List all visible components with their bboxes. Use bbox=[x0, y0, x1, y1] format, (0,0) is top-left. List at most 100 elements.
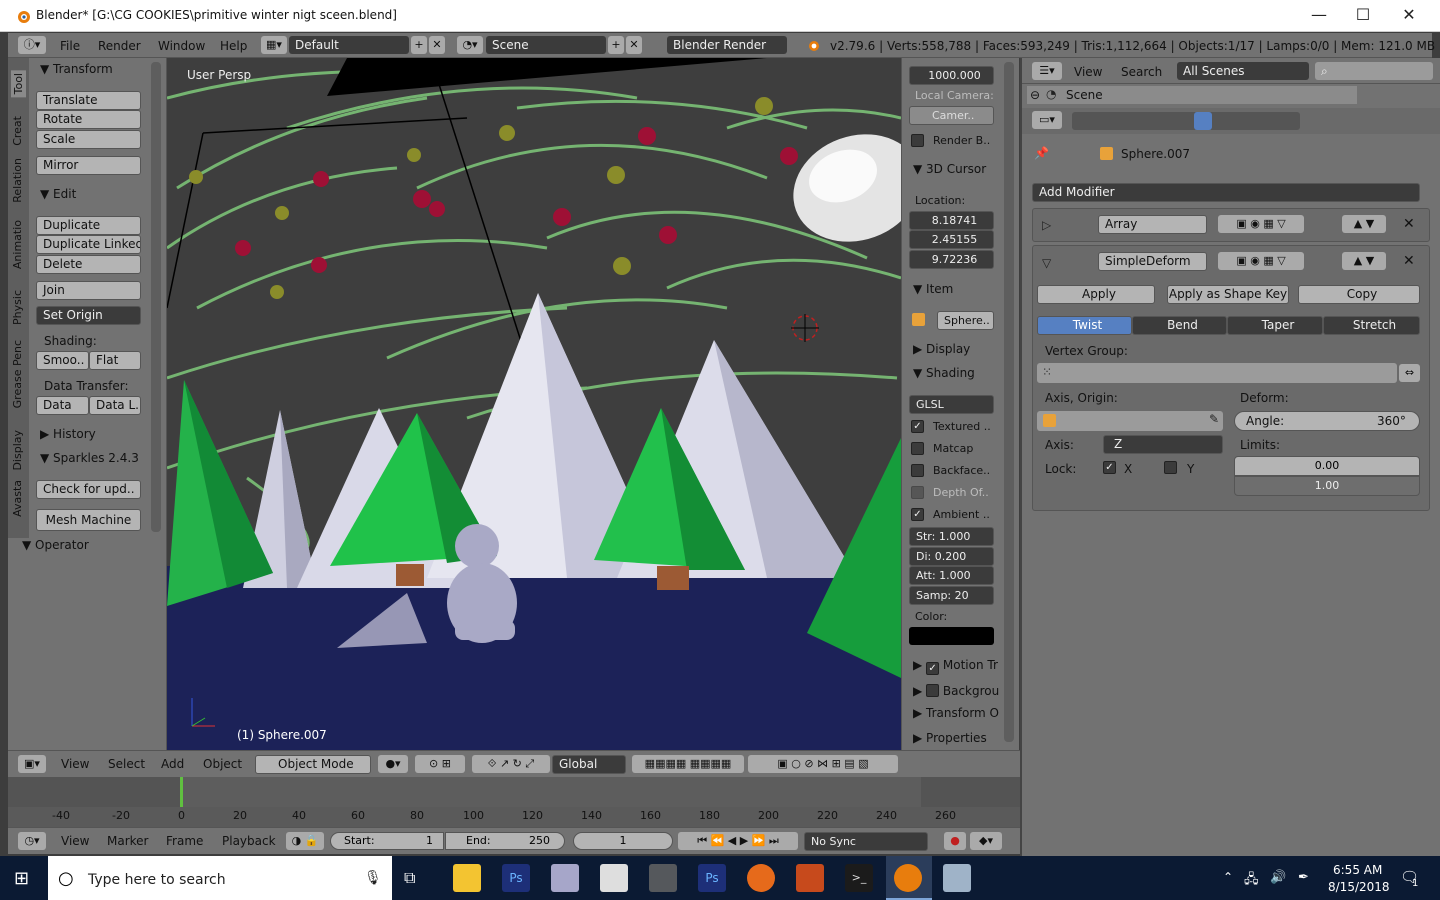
network-icon[interactable]: 🖧 bbox=[1244, 870, 1259, 892]
firefox-icon[interactable] bbox=[747, 864, 775, 892]
tab-relation[interactable]: Relation bbox=[11, 158, 24, 203]
remove-array-button[interactable]: ✕ bbox=[1403, 216, 1415, 232]
limit-min-field[interactable]: 0.00 bbox=[1234, 456, 1420, 476]
twist-mode-button[interactable]: Twist bbox=[1037, 316, 1132, 335]
simpledeform-visibility-icons[interactable]: ▣ ◉ ▦ ▽ bbox=[1218, 252, 1304, 270]
pen-icon[interactable]: ✒ bbox=[1298, 870, 1309, 885]
scene-field[interactable]: Scene bbox=[486, 36, 606, 54]
playback-menu[interactable]: Playback bbox=[222, 834, 276, 848]
menu-render[interactable]: Render bbox=[98, 39, 141, 53]
gpu-tool-icon[interactable] bbox=[649, 864, 677, 892]
clock-date[interactable]: 8/15/2018 bbox=[1328, 880, 1390, 894]
lock-y-checkbox[interactable] bbox=[1164, 461, 1177, 474]
render-border-checkbox[interactable] bbox=[911, 134, 924, 147]
info-editor-type-icon[interactable]: ⓘ▾ bbox=[18, 36, 46, 54]
outliner-editor-type-icon[interactable]: ☰▾ bbox=[1032, 62, 1062, 80]
mesh-machine-button[interactable]: Mesh Machine bbox=[36, 509, 141, 531]
motion-tracking-checkbox[interactable]: ✓ bbox=[926, 662, 940, 675]
join-button[interactable]: Join bbox=[36, 281, 141, 300]
tab-create[interactable]: Creat bbox=[11, 116, 24, 146]
viewport-editor-type-icon[interactable]: ▣▾ bbox=[18, 755, 46, 773]
photoshop-icon-2[interactable]: Ps bbox=[698, 864, 726, 892]
stretch-mode-button[interactable]: Stretch bbox=[1323, 316, 1420, 335]
simpledeform-modifier-name[interactable]: SimpleDeform bbox=[1098, 252, 1207, 271]
simpledeform-move-buttons[interactable]: ▲ ▼ bbox=[1342, 252, 1386, 270]
file-explorer-icon[interactable] bbox=[453, 864, 481, 892]
operator-panel-header[interactable]: ▼ Operator bbox=[22, 538, 89, 552]
duplicate-linked-button[interactable]: Duplicate Linked bbox=[36, 235, 141, 254]
game-app-icon[interactable] bbox=[796, 864, 824, 892]
axis-select[interactable]: Z bbox=[1103, 435, 1223, 454]
sparkles-panel-header[interactable]: ▼ Sparkles 2.4.3 bbox=[40, 451, 139, 465]
tab-avasta[interactable]: Avasta bbox=[11, 480, 24, 517]
tab-grease-pencil[interactable]: Grease Penc bbox=[11, 340, 24, 408]
set-origin-select[interactable]: Set Origin bbox=[36, 306, 141, 325]
menu-help[interactable]: Help bbox=[220, 39, 247, 53]
matcap-checkbox[interactable] bbox=[911, 442, 924, 455]
outliner-search-menu[interactable]: Search bbox=[1121, 65, 1162, 79]
add-layout-button[interactable]: + bbox=[411, 36, 427, 54]
terminal-icon[interactable]: >_ bbox=[845, 864, 873, 892]
task-view-icon[interactable]: ⧉ bbox=[404, 868, 415, 888]
array-modifier-name[interactable]: Array bbox=[1098, 215, 1207, 234]
clock-time[interactable]: 6:55 AM bbox=[1333, 863, 1382, 877]
tab-physics[interactable]: Physic bbox=[11, 290, 24, 325]
item-panel-header[interactable]: ▼ Item bbox=[913, 282, 953, 296]
data-layout-button[interactable]: Data L.. bbox=[89, 396, 141, 415]
close-button[interactable]: ✕ bbox=[1386, 0, 1432, 32]
3d-viewport[interactable]: User Persp (1) Sphere.007 bbox=[167, 58, 901, 750]
volume-icon[interactable]: 🔊 bbox=[1270, 870, 1286, 885]
microphone-icon[interactable]: 🎙 bbox=[364, 870, 382, 886]
layout-field[interactable]: Default bbox=[289, 36, 409, 54]
viewport-shading-icon[interactable]: ●▾ bbox=[378, 755, 408, 773]
render-engine-select[interactable]: Blender Render bbox=[667, 36, 787, 54]
current-frame-line[interactable] bbox=[180, 777, 183, 809]
lock-x-checkbox[interactable]: ✓ bbox=[1103, 461, 1116, 474]
tab-animation[interactable]: Animatio bbox=[11, 220, 24, 269]
timeline[interactable]: -40 -20 0 20 40 60 80 100 120 140 160 18… bbox=[8, 777, 1020, 827]
menu-file[interactable]: File bbox=[60, 39, 80, 53]
marker-menu[interactable]: Marker bbox=[107, 834, 148, 848]
bend-mode-button[interactable]: Bend bbox=[1132, 316, 1227, 335]
transform-panel-header[interactable]: ▼ Transform bbox=[40, 62, 113, 76]
background-panel-header[interactable]: ▶ Backgrou bbox=[913, 682, 999, 698]
display-panel-header[interactable]: ▶ Display bbox=[913, 342, 970, 356]
manipulator-icons[interactable]: ⟐ ↗ ↻ ⤢ bbox=[472, 755, 550, 773]
outliner-view-menu[interactable]: View bbox=[1074, 65, 1102, 79]
calculator-icon[interactable] bbox=[600, 864, 628, 892]
eyedropper-icon[interactable]: ✎ bbox=[1209, 412, 1219, 426]
data-transfer-button[interactable]: Data bbox=[36, 396, 89, 415]
3d-cursor-panel-header[interactable]: ▼ 3D Cursor bbox=[913, 162, 986, 176]
menu-window[interactable]: Window bbox=[158, 39, 205, 53]
tab-tool[interactable]: Tool bbox=[11, 70, 26, 98]
preview-range-icons[interactable]: ◑ 🔒 bbox=[286, 832, 324, 850]
check-update-button[interactable]: Check for upd.. bbox=[36, 480, 141, 499]
maximize-button[interactable]: ☐ bbox=[1340, 0, 1386, 32]
npanel-scrollbar[interactable] bbox=[1004, 62, 1014, 742]
tool-shelf-scrollbar[interactable] bbox=[151, 62, 161, 532]
edit-panel-header[interactable]: ▼ Edit bbox=[40, 187, 76, 201]
minimize-button[interactable]: — bbox=[1296, 0, 1342, 32]
background-checkbox[interactable] bbox=[926, 684, 940, 697]
smooth-button[interactable]: Smoo.. bbox=[36, 351, 89, 370]
translate-button[interactable]: Translate bbox=[36, 91, 141, 110]
current-frame-field[interactable]: 1 bbox=[573, 832, 673, 850]
remove-layout-button[interactable]: ✕ bbox=[429, 36, 445, 54]
sync-mode-select[interactable]: No Sync bbox=[804, 832, 928, 851]
view-menu[interactable]: View bbox=[61, 757, 89, 771]
windows-start-icon[interactable]: ⊞ bbox=[14, 868, 29, 889]
npanel-properties-header[interactable]: ▶ Properties bbox=[913, 731, 987, 745]
depth-of-field-checkbox[interactable] bbox=[911, 486, 924, 499]
show-hidden-icons[interactable]: ⌃ bbox=[1223, 870, 1233, 884]
object-menu[interactable]: Object bbox=[203, 757, 242, 771]
record-icon[interactable]: ● bbox=[944, 832, 966, 850]
timeline-view-menu[interactable]: View bbox=[61, 834, 89, 848]
origin-object-field[interactable] bbox=[1037, 411, 1223, 431]
remove-scene-button[interactable]: ✕ bbox=[626, 36, 642, 54]
select-menu[interactable]: Select bbox=[108, 757, 145, 771]
modifier-tab-icon[interactable] bbox=[1194, 112, 1212, 130]
distance-field[interactable]: Di: 0.200 bbox=[909, 547, 994, 566]
array-move-buttons[interactable]: ▲ ▼ bbox=[1342, 215, 1386, 233]
orientation-select[interactable]: Global bbox=[552, 755, 626, 774]
screenshot-tool-icon[interactable] bbox=[943, 864, 971, 892]
